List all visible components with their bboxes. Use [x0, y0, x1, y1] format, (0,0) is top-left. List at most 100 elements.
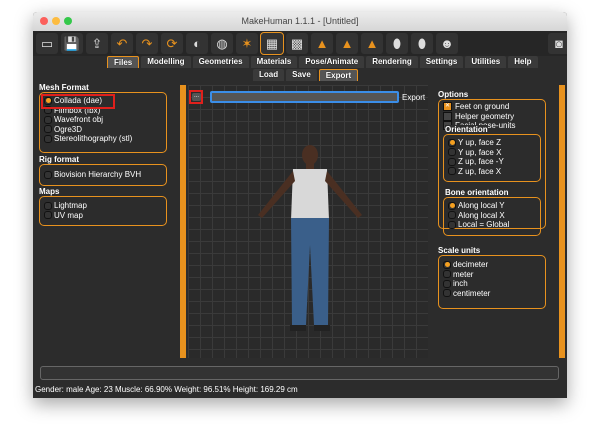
- radio-button[interactable]: [448, 157, 456, 166]
- checkbox-option[interactable]: Helper geometry: [443, 111, 545, 122]
- option-label: Z up, face -Y: [458, 157, 504, 167]
- radio-button[interactable]: [443, 260, 451, 269]
- radio-option[interactable]: Y up, face Z: [448, 138, 540, 148]
- radio-button[interactable]: [44, 115, 52, 124]
- tab-modelling[interactable]: Modelling: [141, 56, 191, 68]
- radio-button[interactable]: [443, 279, 451, 288]
- radio-option[interactable]: Ogre3D: [44, 125, 166, 135]
- browse-button[interactable]: ...: [192, 93, 201, 101]
- option-label: Biovision Hierarchy BVH: [54, 170, 142, 180]
- radio-button[interactable]: [448, 167, 456, 176]
- tab-export[interactable]: Export: [318, 69, 359, 81]
- redo-icon[interactable]: ↷: [136, 33, 158, 54]
- radio-button[interactable]: [448, 138, 456, 147]
- radio-option[interactable]: Local = Global: [448, 220, 540, 230]
- wireframe-icon[interactable]: ◍: [211, 33, 233, 54]
- radio-button[interactable]: [44, 170, 52, 179]
- radio-option[interactable]: Along local Y: [448, 201, 540, 211]
- main-tabs: Files Modelling Geometries Materials Pose/An…: [107, 56, 538, 68]
- checkbox[interactable]: ✕: [443, 102, 452, 112]
- option-label: decimeter: [453, 260, 489, 270]
- tab-settings[interactable]: Settings: [419, 56, 464, 68]
- back-view-icon[interactable]: ▲: [336, 33, 358, 54]
- option-label: Y up, face X: [458, 147, 502, 157]
- title-bar: MakeHuman 1.1.1 - [Untitled]: [33, 12, 567, 31]
- radio-button[interactable]: [448, 220, 456, 229]
- option-label: Along local Y: [458, 201, 505, 211]
- maps-group: Lightmap UV map: [39, 196, 167, 226]
- tab-help[interactable]: Help: [508, 56, 538, 68]
- tab-load[interactable]: Load: [253, 69, 285, 81]
- radio-button[interactable]: [448, 148, 456, 157]
- face-side-icon[interactable]: ⬮: [411, 33, 433, 54]
- grid-icon[interactable]: ▦: [260, 32, 284, 55]
- radio-option[interactable]: UV map: [44, 211, 166, 221]
- option-label: centimeter: [453, 288, 491, 298]
- radio-button[interactable]: [44, 125, 52, 134]
- option-label: Wavefront obj: [54, 115, 104, 125]
- tab-geometries[interactable]: Geometries: [192, 56, 249, 68]
- left-scrollbar[interactable]: [180, 85, 186, 358]
- highlight-box: [41, 94, 115, 109]
- pose-icon[interactable]: ✶: [236, 33, 258, 54]
- radio-option[interactable]: centimeter: [443, 289, 545, 299]
- option-label: Stereolithography (stl): [54, 134, 133, 144]
- radio-button[interactable]: [448, 201, 456, 210]
- export-button[interactable]: Export: [402, 93, 425, 102]
- tab-save[interactable]: Save: [286, 69, 317, 81]
- undo-icon[interactable]: ↶: [111, 33, 133, 54]
- head-icon[interactable]: ☻: [436, 33, 458, 54]
- radio-option[interactable]: Along local X: [448, 211, 540, 221]
- radio-option[interactable]: Biovision Hierarchy BVH: [44, 170, 166, 180]
- front-view-icon[interactable]: ▲: [311, 33, 333, 54]
- radio-option[interactable]: inch: [443, 279, 545, 289]
- radio-button[interactable]: [448, 211, 456, 220]
- file-path-input[interactable]: [210, 91, 399, 103]
- status-bar: Gender: male Age: 23 Muscle: 66.90% Weig…: [35, 385, 298, 394]
- sub-tabs: Load Save Export: [253, 69, 359, 81]
- tab-rendering[interactable]: Rendering: [366, 56, 418, 68]
- option-label: meter: [453, 269, 474, 279]
- radio-button[interactable]: [443, 289, 451, 298]
- checkbox[interactable]: [443, 111, 452, 121]
- tab-pose-animate[interactable]: Pose/Animate: [299, 56, 365, 68]
- option-label: Lightmap: [54, 201, 87, 211]
- side-view-icon[interactable]: ▲: [361, 33, 383, 54]
- radio-button[interactable]: [44, 201, 52, 210]
- radio-button[interactable]: [443, 270, 451, 279]
- tab-files[interactable]: Files: [107, 56, 140, 68]
- checkbox-option[interactable]: ✕ Feet on ground: [443, 102, 545, 112]
- tab-utilities[interactable]: Utilities: [465, 56, 507, 68]
- face-front-icon[interactable]: ⬮: [386, 33, 408, 54]
- orientation-group: Y up, face ZY up, face XZ up, face -Y Z u…: [443, 134, 541, 182]
- radio-button[interactable]: [44, 211, 52, 220]
- export-icon[interactable]: ⇪: [86, 33, 108, 54]
- save-icon[interactable]: 💾: [61, 33, 83, 54]
- radio-option[interactable]: Y up, face X: [448, 148, 540, 158]
- close-button[interactable]: [40, 17, 48, 25]
- radio-option[interactable]: Stereolithography (stl): [44, 134, 166, 144]
- right-scrollbar[interactable]: [559, 85, 565, 358]
- smooth-icon[interactable]: ◐: [186, 33, 208, 54]
- new-icon[interactable]: ▭: [36, 33, 58, 54]
- maximize-button[interactable]: [64, 17, 72, 25]
- 3d-viewport[interactable]: [188, 85, 428, 358]
- checker-icon[interactable]: ▩: [286, 33, 308, 54]
- options-title: Options: [438, 90, 469, 99]
- radio-option[interactable]: Z up, face X: [448, 167, 540, 177]
- option-label: Y up, face Z: [458, 138, 501, 148]
- option-label: Helper geometry: [455, 111, 515, 121]
- orientation-title: Orientation: [445, 125, 488, 134]
- screenshot-icon[interactable]: ◙: [548, 33, 567, 54]
- option-label: Along local X: [458, 210, 505, 220]
- minimize-button[interactable]: [52, 17, 60, 25]
- scale-units-title: Scale units: [438, 246, 481, 255]
- reset-icon[interactable]: ⟳: [161, 33, 183, 54]
- radio-option[interactable]: decimeter: [443, 260, 545, 270]
- tab-materials[interactable]: Materials: [250, 56, 298, 68]
- radio-button[interactable]: [44, 134, 52, 143]
- radio-option[interactable]: Z up, face -Y: [448, 157, 540, 167]
- radio-option[interactable]: meter: [443, 270, 545, 280]
- radio-option[interactable]: Wavefront obj: [44, 115, 166, 125]
- radio-option[interactable]: Lightmap: [44, 201, 166, 211]
